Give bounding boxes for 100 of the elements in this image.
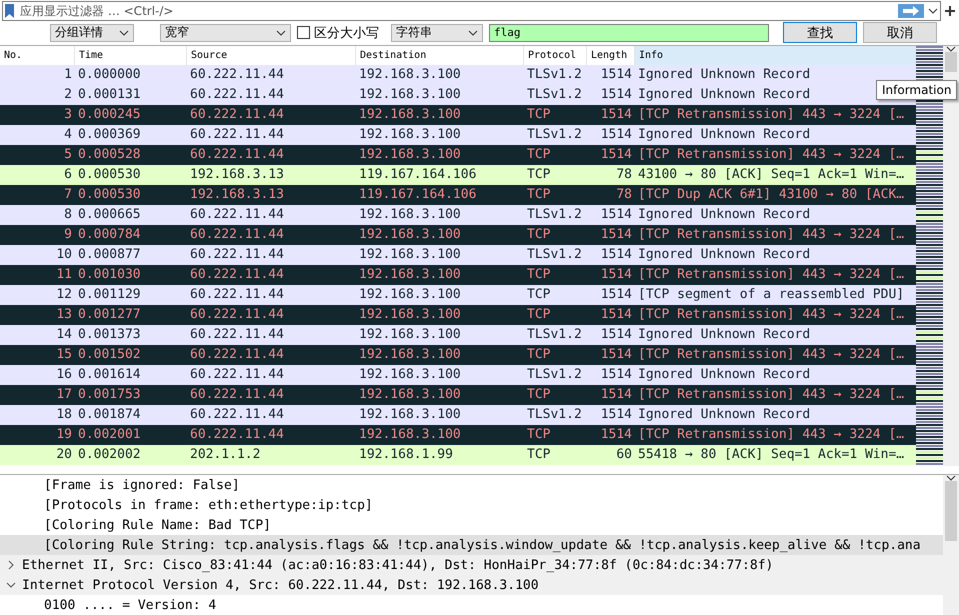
- table-cell-text: 55418 → 80 [ACK] Seq=1 Ack=1 Win=…: [637, 446, 906, 464]
- table-cell-text: 0.000530: [77, 166, 142, 184]
- scrollbar-thumb[interactable]: [945, 481, 957, 541]
- table-cell-text: Ignored Unknown Record: [637, 326, 812, 344]
- apply-filter-icon[interactable]: [898, 4, 924, 18]
- packet-row[interactable]: 5 0.000528 60.222.11.44 192.168.3.100 TCP 1514 [TCP Retransmission] 443 → 3224 […: [0, 145, 916, 165]
- table-cell-text: [TCP segment of a reassembled PDU]: [637, 286, 906, 304]
- table-cell-text: 0.001874: [77, 406, 142, 424]
- packet-row[interactable]: 10 0.000877 60.222.11.44 192.168.3.100 TLSv1.2 1514 Ignored Unknown Record: [0, 245, 916, 265]
- table-cell-text: [TCP Retransmission] 443 → 3224 […: [637, 266, 906, 284]
- table-cell-text: 1514: [600, 126, 633, 144]
- packet-row[interactable]: 14 0.001373 60.222.11.44 192.168.3.100 TLSv1.2 1514 Ignored Unknown Record: [0, 325, 916, 345]
- table-cell-text: 192.168.3.100: [358, 406, 462, 424]
- table-cell-text: TLSv1.2: [526, 246, 583, 264]
- packet-row[interactable]: 11 0.001030 60.222.11.44 192.168.3.100 TCP 1514 [TCP Retransmission] 443 → 3224 […: [0, 265, 916, 285]
- add-icon[interactable]: [945, 6, 955, 16]
- table-cell-text: 1514: [600, 346, 633, 364]
- packet-row[interactable]: 19 0.002001 60.222.11.44 192.168.3.100 TCP 1514 [TCP Retransmission] 443 → 3224 […: [0, 425, 916, 445]
- table-cell-text: 0.000665: [77, 206, 142, 224]
- packet-row[interactable]: 13 0.001277 60.222.11.44 192.168.3.100 TCP 1514 [TCP Retransmission] 443 → 3224 […: [0, 305, 916, 325]
- display-filter-field[interactable]: 应用显示过滤器 … <Ctrl-/>: [2, 1, 941, 21]
- packet-row[interactable]: 20 0.002002 202.1.1.2 192.168.1.99 TCP 60 55418 → 80 [ACK] Seq=1 Ack=1 Win=…: [0, 445, 916, 465]
- table-cell-text: TLSv1.2: [526, 66, 583, 84]
- table-cell-text: 202.1.1.2: [189, 446, 262, 464]
- dropdown-icon: [468, 30, 478, 36]
- table-cell-text: 11: [55, 266, 73, 284]
- table-cell-text: 1514: [600, 386, 633, 404]
- filter-input[interactable]: 应用显示过滤器 … <Ctrl-/>: [18, 3, 894, 19]
- packet-row[interactable]: 18 0.001874 60.222.11.44 192.168.3.100 TLSv1.2 1514 Ignored Unknown Record: [0, 405, 916, 425]
- table-cell-text: 192.168.3.100: [358, 366, 462, 384]
- search-in-dropdown[interactable]: 分组详情: [50, 24, 134, 42]
- table-cell-text: 60.222.11.44: [189, 266, 285, 284]
- find-button[interactable]: 查找: [783, 22, 857, 43]
- table-cell-text: 192.168.3.13: [189, 166, 285, 184]
- table-cell-text: 5: [63, 146, 73, 164]
- table-cell-text: Ignored Unknown Record: [637, 66, 812, 84]
- expanded-icon[interactable]: [6, 580, 16, 590]
- table-cell-text: Ignored Unknown Record: [637, 126, 812, 144]
- character-width-dropdown[interactable]: 宽窄: [160, 24, 291, 42]
- table-cell-text: 1514: [600, 266, 633, 284]
- table-cell-text: 0.000245: [77, 106, 142, 124]
- table-cell-text: TCP: [526, 286, 552, 304]
- packet-row[interactable]: 12 0.001129 60.222.11.44 192.168.3.100 TCP 1514 [TCP segment of a reassembled PDU]: [0, 285, 916, 305]
- table-cell-text: 192.168.3.100: [358, 246, 462, 264]
- search-type-dropdown[interactable]: 字符串: [391, 24, 483, 42]
- scrollbar[interactable]: [943, 475, 959, 615]
- dropdown-icon: [119, 30, 129, 36]
- table-cell-text: Ignored Unknown Record: [637, 206, 812, 224]
- table-cell-text: 60.222.11.44: [189, 86, 285, 104]
- case-checkbox[interactable]: [297, 26, 310, 39]
- detail-node[interactable]: Ethernet II, Src: Cisco_83:41:44 (ac:a0:16:83:41:44), Dst: HonHaiPr_34:77:8f (0c:84:dc:34:77:8f): [0, 555, 943, 575]
- table-cell-text: 60.222.11.44: [189, 386, 285, 404]
- table-cell-text: TLSv1.2: [526, 86, 583, 104]
- table-cell-text: TCP: [526, 226, 552, 244]
- bookmark-icon[interactable]: [5, 4, 14, 18]
- table-cell-text: 192.168.3.100: [358, 426, 462, 444]
- packet-row[interactable]: 6 0.000530 192.168.3.13 119.167.164.106 TCP 78 43100 → 80 [ACK] Seq=1 Ack=1 Win=…: [0, 165, 916, 185]
- packet-row[interactable]: 4 0.000369 60.222.11.44 192.168.3.100 TLSv1.2 1514 Ignored Unknown Record: [0, 125, 916, 145]
- table-cell-text: 192.168.3.100: [358, 226, 462, 244]
- table-cell-text: TCP: [526, 446, 552, 464]
- packet-row[interactable]: 7 0.000530 192.168.3.13 119.167.164.106 TCP 78 [TCP Dup ACK 6#1] 43100 → 80 [ACK…: [0, 185, 916, 205]
- packet-row[interactable]: 17 0.001753 60.222.11.44 192.168.3.100 TCP 1514 [TCP Retransmission] 443 → 3224 […: [0, 385, 916, 405]
- table-cell-text: 192.168.3.100: [358, 106, 462, 124]
- scrollbar-thumb[interactable]: [945, 52, 957, 72]
- table-cell-text: 0.002002: [77, 446, 142, 464]
- packet-row[interactable]: 15 0.001502 60.222.11.44 192.168.3.100 TCP 1514 [TCP Retransmission] 443 → 3224 […: [0, 345, 916, 365]
- case-label: 区分大小写: [314, 24, 379, 42]
- table-cell-text: 78: [615, 186, 633, 204]
- table-cell-text: 192.168.1.99: [358, 446, 454, 464]
- table-cell-text: 119.167.164.106: [358, 166, 478, 184]
- detail-node[interactable]: Internet Protocol Version 4, Src: 60.222.11.44, Dst: 192.168.3.100: [0, 575, 943, 595]
- table-cell-text: 17: [55, 386, 73, 404]
- table-cell-text: 15: [55, 346, 73, 364]
- cancel-button[interactable]: 取消: [863, 22, 937, 43]
- packet-row[interactable]: 16 0.001614 60.222.11.44 192.168.3.100 TLSv1.2 1514 Ignored Unknown Record: [0, 365, 916, 385]
- search-field[interactable]: flag: [489, 24, 769, 42]
- table-cell-text: 119.167.164.106: [358, 186, 478, 204]
- table-cell-text: 0.000530: [77, 186, 142, 204]
- packet-row[interactable]: 8 0.000665 60.222.11.44 192.168.3.100 TLSv1.2 1514 Ignored Unknown Record: [0, 205, 916, 225]
- table-cell-text: 14: [55, 326, 73, 344]
- table-cell-text: 1514: [600, 426, 633, 444]
- table-cell-text: 0.001502: [77, 346, 142, 364]
- collapsed-icon[interactable]: [6, 560, 16, 570]
- packet-row[interactable]: 3 0.000245 60.222.11.44 192.168.3.100 TCP 1514 [TCP Retransmission] 443 → 3224 […: [0, 105, 916, 125]
- table-cell-text: 60.222.11.44: [189, 406, 285, 424]
- table-cell-text: TLSv1.2: [526, 126, 583, 144]
- table-cell-text: 10: [55, 246, 73, 264]
- table-cell-text: 1514: [600, 146, 633, 164]
- table-cell-text: 0.001277: [77, 306, 142, 324]
- table-cell-text: 1514: [600, 306, 633, 324]
- table-cell-text: 192.168.3.100: [358, 386, 462, 404]
- table-cell-text: 3: [63, 106, 73, 124]
- column-header[interactable]: Info: [635, 46, 916, 65]
- table-cell-text: Ignored Unknown Record: [637, 246, 812, 264]
- table-cell-text: [TCP Retransmission] 443 → 3224 […: [637, 146, 906, 164]
- table-cell-text: 0.000369: [77, 126, 142, 144]
- packet-row[interactable]: 1 0.000000 60.222.11.44 192.168.3.100 TLSv1.2 1514 Ignored Unknown Record: [0, 65, 916, 85]
- table-cell-text: Ignored Unknown Record: [637, 366, 812, 384]
- packet-row[interactable]: 9 0.000784 60.222.11.44 192.168.3.100 TCP 1514 [TCP Retransmission] 443 → 3224 […: [0, 225, 916, 245]
- table-cell-text: TLSv1.2: [526, 326, 583, 344]
